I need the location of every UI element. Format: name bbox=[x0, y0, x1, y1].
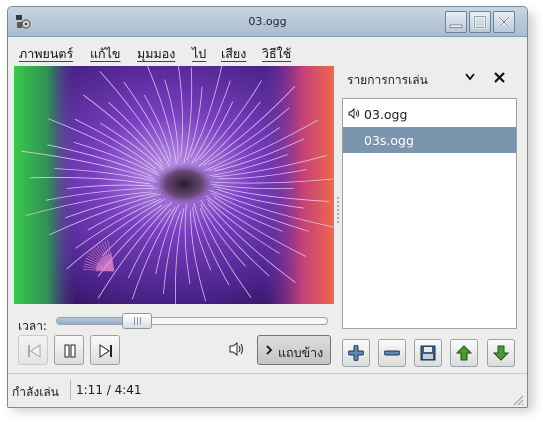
time-label: เวลา: bbox=[18, 319, 47, 333]
speaker-icon[interactable] bbox=[228, 341, 246, 357]
remove-button[interactable] bbox=[378, 339, 406, 367]
menu-view[interactable]: มุมมอง bbox=[137, 44, 175, 64]
video-area[interactable] bbox=[14, 66, 334, 304]
menu-bar: ภาพยนตร์ แก้ไข มุมมอง ไป เสียง วิธีใช้ bbox=[8, 38, 527, 65]
chevron-down-icon[interactable] bbox=[465, 73, 475, 81]
sidebar-title: รายการการเล่น bbox=[347, 73, 428, 87]
status-bar: กำลังเล่น 1:11 / 4:41 bbox=[8, 373, 527, 407]
move-up-button[interactable] bbox=[450, 339, 478, 367]
add-icon bbox=[348, 345, 364, 361]
close-window-button[interactable] bbox=[493, 11, 515, 33]
playlist-item-label: 03s.ogg bbox=[364, 133, 414, 148]
maximize-icon bbox=[473, 15, 487, 29]
playback-time: 1:11 / 4:41 bbox=[76, 383, 142, 397]
seek-slider[interactable] bbox=[56, 313, 328, 329]
menu-sound[interactable]: เสียง bbox=[221, 44, 246, 64]
title-bar[interactable]: 03.ogg bbox=[8, 7, 527, 37]
maximize-button[interactable] bbox=[469, 11, 491, 33]
sidebar-toggle-label: แถบข้าง bbox=[278, 345, 324, 360]
move-down-icon bbox=[493, 345, 509, 361]
skip-previous-icon bbox=[28, 344, 41, 358]
resize-grip-icon[interactable] bbox=[512, 394, 524, 406]
save-playlist-button[interactable] bbox=[414, 339, 442, 367]
move-down-button[interactable] bbox=[487, 339, 515, 367]
skip-next-icon bbox=[99, 344, 112, 358]
menu-help[interactable]: วิธีใช้ bbox=[262, 44, 291, 64]
seek-handle[interactable] bbox=[122, 313, 152, 329]
chevron-right-icon bbox=[266, 345, 273, 355]
status-separator bbox=[70, 380, 71, 400]
playback-state: กำลังเล่น bbox=[12, 385, 59, 399]
pause-button[interactable] bbox=[54, 335, 84, 365]
playlist[interactable]: 03.ogg 03s.ogg bbox=[342, 98, 517, 329]
next-button[interactable] bbox=[90, 335, 120, 365]
playlist-item-label: 03.ogg bbox=[364, 107, 408, 122]
menu-movie[interactable]: ภาพยนตร์ bbox=[19, 44, 73, 64]
menu-edit[interactable]: แก้ไข bbox=[90, 44, 120, 64]
sidebar-close-icon[interactable] bbox=[494, 72, 505, 83]
save-icon bbox=[420, 345, 436, 361]
remove-icon bbox=[384, 350, 400, 356]
playlist-item-selected[interactable]: 03s.ogg bbox=[343, 127, 516, 153]
move-up-icon bbox=[456, 345, 472, 361]
previous-button[interactable] bbox=[18, 335, 48, 365]
menu-go[interactable]: ไป bbox=[192, 44, 206, 64]
minimize-button[interactable] bbox=[445, 11, 467, 33]
minimize-icon bbox=[449, 24, 463, 28]
pause-icon bbox=[64, 344, 76, 358]
now-playing-icon bbox=[348, 108, 360, 119]
close-icon bbox=[498, 16, 510, 28]
playlist-item[interactable]: 03.ogg bbox=[343, 101, 516, 127]
pane-divider-grip[interactable] bbox=[337, 197, 340, 227]
sidebar-toggle-button[interactable]: แถบข้าง bbox=[257, 335, 331, 365]
add-button[interactable] bbox=[342, 339, 370, 367]
totem-window: 03.ogg ภาพยนตร์ แก้ไข มุมมอง ไป เสียง วิ… bbox=[7, 6, 528, 408]
video-frame bbox=[14, 66, 334, 304]
